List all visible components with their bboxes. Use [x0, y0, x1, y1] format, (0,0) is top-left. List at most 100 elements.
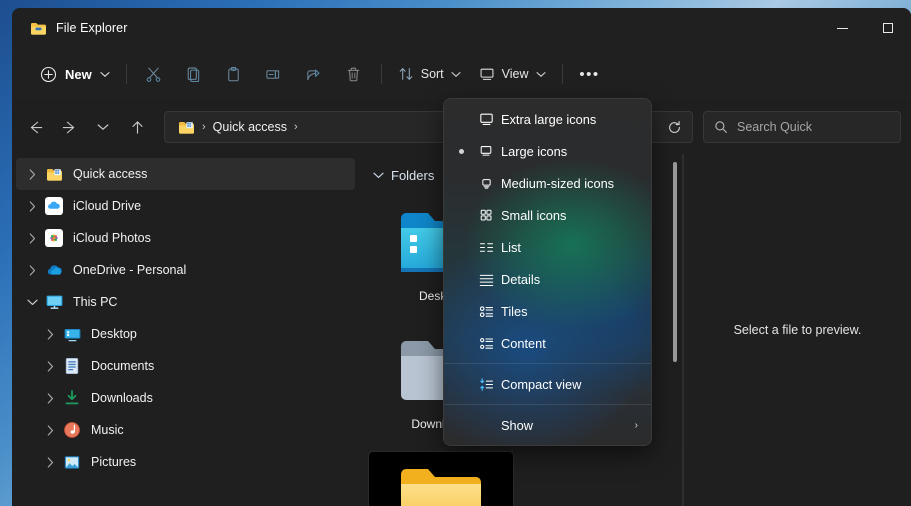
chevron-right-icon[interactable] — [20, 258, 44, 282]
sidebar-item-label: Music — [91, 423, 124, 437]
menu-item-small-icons[interactable]: Small icons — [447, 199, 648, 231]
sidebar-item-label: Downloads — [91, 391, 153, 405]
menu-separator-2 — [444, 404, 651, 405]
chevron-down-icon — [536, 71, 546, 78]
share-icon — [305, 66, 323, 83]
pictures-icon — [62, 452, 82, 472]
menu-item-label: List — [501, 240, 521, 255]
forward-button[interactable] — [52, 111, 86, 143]
cut-button[interactable] — [134, 58, 174, 90]
more-options-button[interactable]: ••• — [570, 58, 610, 90]
window-title: File Explorer — [56, 21, 127, 35]
search-icon — [714, 120, 728, 134]
menu-item-details[interactable]: Details — [447, 263, 648, 295]
scissors-icon — [145, 66, 162, 83]
navigation-pane: Quick access iCloud Drive — [12, 154, 361, 506]
sidebar-item-label: Desktop — [91, 327, 137, 341]
menu-item-label: Content — [501, 336, 546, 351]
breadcrumb-separator-2: › — [293, 121, 299, 133]
sidebar-item-quick-access[interactable]: Quick access — [16, 158, 355, 190]
menu-item-label: Tiles — [501, 304, 528, 319]
menu-item-compact-view[interactable]: Compact view — [447, 368, 648, 400]
sort-button-label: Sort — [421, 67, 444, 81]
extra-large-icons-icon — [471, 111, 501, 128]
radio-indicator — [451, 149, 471, 154]
sort-button[interactable]: Sort — [389, 58, 470, 90]
menu-item-large-icons[interactable]: Large icons — [447, 135, 648, 167]
content-scrollbar[interactable] — [673, 162, 677, 362]
up-button[interactable] — [120, 111, 154, 143]
view-dropdown-menu: Extra large icons Large icons — [443, 98, 652, 446]
chevron-down-icon[interactable] — [373, 172, 384, 179]
chevron-right-icon[interactable] — [38, 322, 62, 346]
chevron-right-icon[interactable] — [38, 418, 62, 442]
menu-item-content[interactable]: Content — [447, 327, 648, 359]
copy-icon — [185, 66, 202, 83]
delete-button[interactable] — [334, 58, 374, 90]
recent-locations-button[interactable] — [86, 111, 120, 143]
sidebar-item-this-pc[interactable]: This PC — [16, 286, 355, 318]
maximize-button[interactable] — [865, 8, 911, 48]
clipboard-icon — [225, 66, 242, 83]
icloud-photos-icon — [44, 228, 64, 248]
menu-item-list[interactable]: List — [447, 231, 648, 263]
trash-icon — [345, 66, 362, 83]
chevron-right-icon[interactable] — [38, 386, 62, 410]
preview-empty-message: Select a file to preview. — [734, 323, 862, 337]
share-button[interactable] — [294, 58, 334, 90]
chevron-right-icon[interactable] — [20, 194, 44, 218]
chevron-right-icon[interactable] — [20, 226, 44, 250]
sidebar-item-documents[interactable]: Documents — [16, 350, 355, 382]
sidebar-item-onedrive[interactable]: OneDrive - Personal — [16, 254, 355, 286]
view-menu-list: Extra large icons Large icons — [444, 99, 651, 445]
copy-button[interactable] — [174, 58, 214, 90]
toolbar-divider-2 — [381, 64, 382, 84]
rename-button[interactable] — [254, 58, 294, 90]
breadcrumb-root[interactable]: › Quick access › — [173, 114, 304, 140]
sidebar-item-label: This PC — [73, 295, 117, 309]
group-header-label: Folders — [391, 168, 434, 183]
new-button-label: New — [65, 67, 92, 82]
chevron-right-icon[interactable] — [38, 450, 62, 474]
grid-item-folder-4[interactable]: folder-4 — [369, 452, 513, 506]
chevron-down-icon[interactable] — [20, 290, 44, 314]
sidebar-item-desktop[interactable]: Desktop — [16, 318, 355, 350]
sidebar-item-icloud-photos[interactable]: iCloud Photos — [16, 222, 355, 254]
menu-item-label: Show — [501, 418, 533, 433]
menu-item-label: Compact view — [501, 377, 581, 392]
chevron-right-icon[interactable] — [20, 162, 44, 186]
menu-item-label: Details — [501, 272, 540, 287]
breadcrumb-separator: › — [201, 121, 207, 133]
new-button[interactable]: New — [34, 58, 119, 90]
menu-item-tiles[interactable]: Tiles — [447, 295, 648, 327]
sort-arrows-icon — [398, 66, 414, 82]
sidebar-item-label: Quick access — [73, 167, 147, 181]
sidebar-item-icloud-drive[interactable]: iCloud Drive — [16, 190, 355, 222]
documents-icon — [62, 356, 82, 376]
window-tab[interactable]: File Explorer — [12, 8, 139, 48]
menu-item-extra-large-icons[interactable]: Extra large icons — [447, 103, 648, 135]
icloud-drive-icon — [44, 196, 64, 216]
minimize-button[interactable] — [819, 8, 865, 48]
back-button[interactable] — [18, 111, 52, 143]
sidebar-item-label: Documents — [91, 359, 154, 373]
this-pc-icon — [44, 292, 64, 312]
view-button[interactable]: View — [470, 58, 555, 90]
search-input[interactable]: Search Quick — [737, 120, 812, 134]
sidebar-item-pictures[interactable]: Pictures — [16, 446, 355, 478]
sidebar-item-music[interactable]: Music — [16, 414, 355, 446]
sidebar-item-downloads[interactable]: Downloads — [16, 382, 355, 414]
menu-item-medium-sized-icons[interactable]: Medium-sized icons — [447, 167, 648, 199]
search-box[interactable]: Search Quick — [703, 111, 901, 143]
sidebar-item-label: Pictures — [91, 455, 136, 469]
details-icon — [471, 272, 501, 287]
chevron-right-icon[interactable] — [38, 354, 62, 378]
menu-item-show[interactable]: Show › — [447, 409, 648, 441]
plus-circle-icon — [40, 66, 57, 83]
minimize-icon — [837, 28, 848, 29]
menu-item-label: Large icons — [501, 144, 567, 159]
refresh-button[interactable] — [658, 113, 690, 141]
paste-button[interactable] — [214, 58, 254, 90]
breadcrumb-item-quick-access: Quick access — [213, 120, 287, 134]
plain-folder-icon — [393, 460, 489, 506]
